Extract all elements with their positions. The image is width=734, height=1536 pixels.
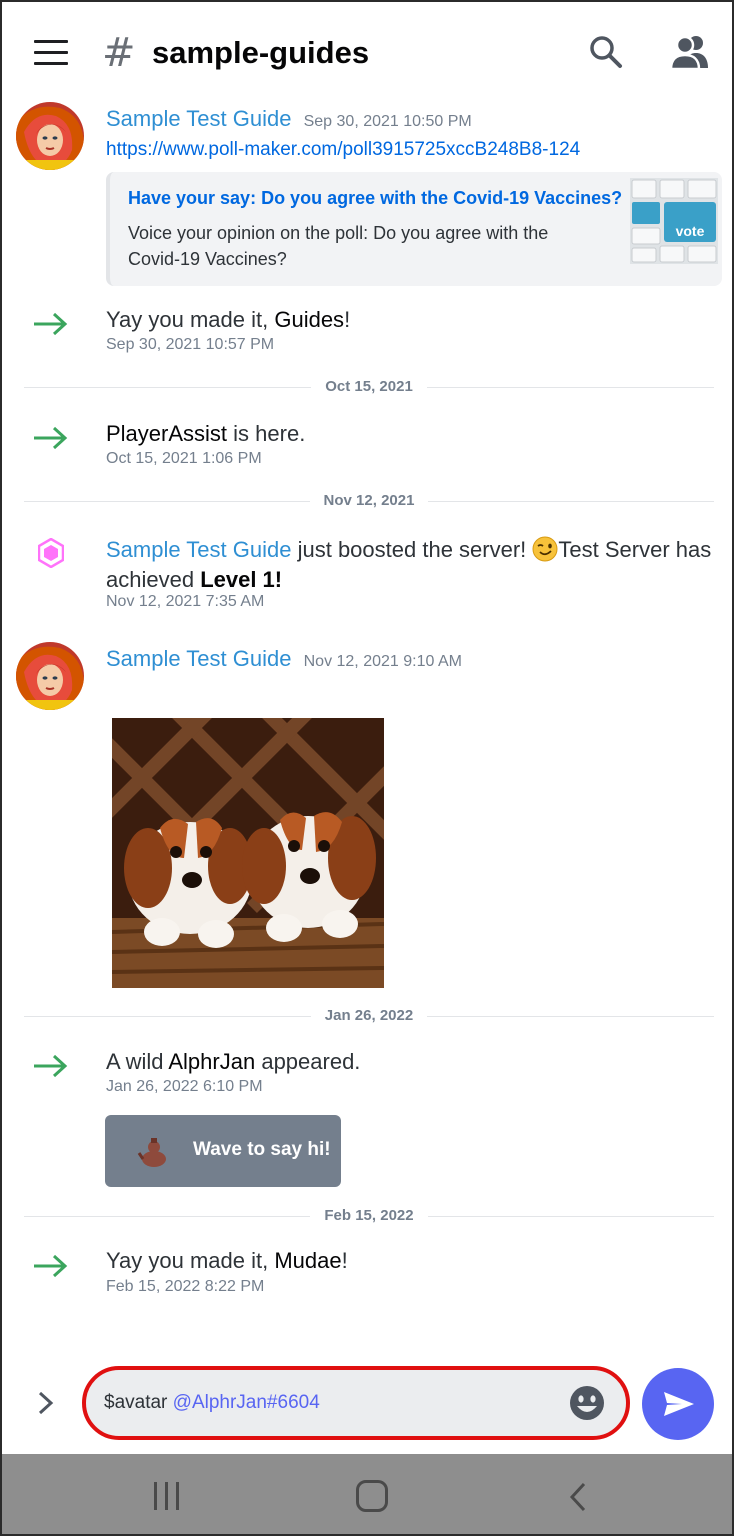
message-author[interactable]: Sample Test Guide Sep 30, 2021 10:50 PM [106,106,472,132]
date-divider-label: Jan 26, 2022 [2,1007,732,1024]
message-timestamp: Nov 12, 2021 9:10 AM [303,653,462,670]
poll-link[interactable]: https://www.poll-maker.com/poll3915725xc… [106,139,580,161]
system-message-text: PlayerAssist is here. [106,421,306,446]
message-input-text[interactable]: $avatar @AlphrJan#6604 [104,1392,320,1414]
author-name[interactable]: Sample Test Guide [106,646,291,671]
system-message-text: Yay you made it, Mudae! [106,1248,348,1273]
chevron-right-icon[interactable] [36,1390,56,1416]
message-timestamp: Sep 30, 2021 10:50 PM [303,113,472,130]
send-button[interactable] [642,1368,714,1440]
message-timestamp: Nov 12, 2021 7:35 AM [106,593,265,610]
join-arrow-icon [34,1254,68,1278]
channel-title: sample-guides [152,35,370,70]
thumb-vote-text: vote [676,223,705,239]
channel-hash-icon: # [102,30,136,76]
message-author[interactable]: Sample Test Guide Nov 12, 2021 9:10 AM [106,646,462,672]
embed-thumbnail[interactable]: vote [630,178,718,264]
server-boost-icon [38,538,64,568]
send-arrow-icon [664,1392,694,1416]
hamburger-menu-icon[interactable] [34,40,68,66]
home-icon[interactable] [356,1480,388,1512]
boost-message-text: Sample Test Guide just boosted the serve… [106,536,712,592]
message-timestamp: Jan 26, 2022 6:10 PM [106,1078,263,1095]
android-nav-bar [2,1454,732,1534]
embed-title[interactable]: Have your say: Do you agree with the Cov… [128,188,622,209]
search-icon[interactable] [588,34,624,70]
message-input[interactable]: $avatar @AlphrJan#6604 [82,1366,630,1440]
members-icon[interactable] [668,32,712,72]
wink-emoji-icon [532,536,558,562]
embed-description: Voice your opinion on the poll: Do you a… [128,223,549,269]
message-timestamp: Sep 30, 2021 10:57 PM [106,336,275,353]
system-message-text: Yay you made it, Guides! [106,307,351,332]
date-divider-label: Nov 12, 2021 [2,492,732,509]
back-icon[interactable] [568,1482,588,1512]
user-mention: @AlphrJan#6604 [172,1392,320,1413]
user-avatar[interactable] [16,642,84,710]
date-divider-label: Feb 15, 2022 [2,1207,732,1224]
message-timestamp: Oct 15, 2021 1:06 PM [106,450,262,467]
puppies-image[interactable] [112,718,384,988]
join-arrow-icon [34,312,68,336]
wave-button[interactable]: Wave to say hi! [105,1115,341,1187]
app-frame: # sample-guides Sample Test Guide Sep 30… [0,0,734,1536]
channel-header: # sample-guides [2,2,732,100]
author-name[interactable]: Sample Test Guide [106,106,291,131]
author-name[interactable]: Sample Test Guide [106,537,291,562]
date-divider-label: Oct 15, 2021 [2,378,732,395]
wave-button-label: Wave to say hi! [193,1139,331,1160]
system-message-user[interactable]: AlphrJan [168,1049,255,1074]
system-message-user[interactable]: Mudae [274,1248,341,1273]
message-timestamp: Feb 15, 2022 8:22 PM [106,1278,265,1295]
wave-sticker-icon [137,1138,166,1167]
system-message-text: A wild AlphrJan appeared. [106,1049,361,1074]
system-message-user[interactable]: Guides [274,307,344,332]
user-avatar[interactable] [16,102,84,170]
emoji-picker-icon[interactable] [568,1384,606,1422]
system-message-user[interactable]: PlayerAssist [106,421,227,446]
recents-icon[interactable] [152,1482,182,1510]
join-arrow-icon [34,1054,68,1078]
join-arrow-icon [34,426,68,450]
link-embed[interactable]: Have your say: Do you agree with the Cov… [106,172,722,286]
